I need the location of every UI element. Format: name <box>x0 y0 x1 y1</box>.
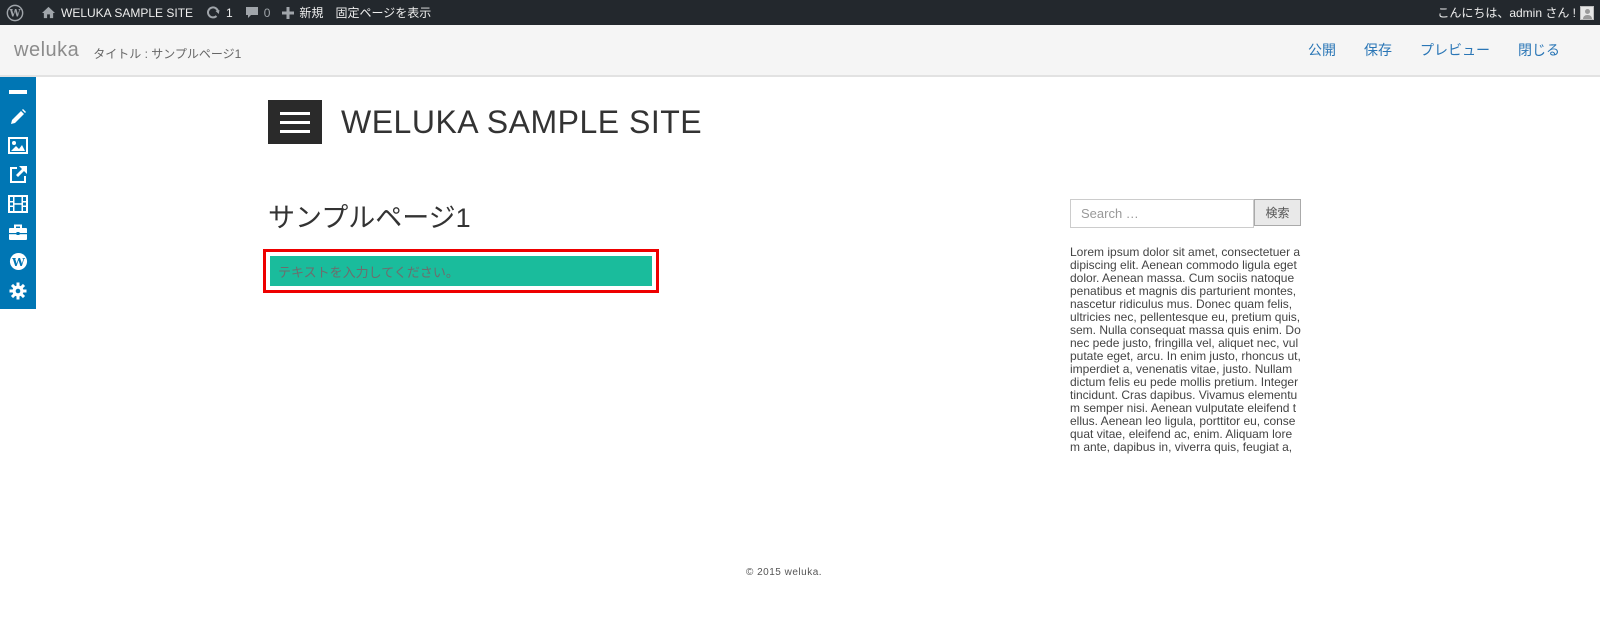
refresh-icon <box>205 5 221 20</box>
editor-title-meta: タイトル : サンプルページ1 <box>93 46 242 61</box>
greeting: こんにちは、admin さん ! <box>1437 6 1576 20</box>
menu-toggle-button[interactable] <box>268 100 322 144</box>
wordpress-menu[interactable]: W <box>0 0 35 25</box>
rail-video-button[interactable] <box>0 189 36 218</box>
footer-copyright: © 2015 weluka. <box>745 567 823 578</box>
briefcase-icon <box>8 224 28 241</box>
gear-icon <box>9 282 27 300</box>
view-page-label: 固定ページを表示 <box>335 6 432 20</box>
site-name-label: WELUKA SAMPLE SITE <box>61 5 194 20</box>
updates-link[interactable]: 1 <box>199 0 239 25</box>
comments-link[interactable]: 0 <box>239 0 277 25</box>
site-name-link[interactable]: WELUKA SAMPLE SITE <box>35 0 199 25</box>
minus-icon <box>9 90 27 94</box>
search-button[interactable]: 検索 <box>1254 199 1301 226</box>
view-page-link[interactable]: 固定ページを表示 <box>329 0 437 25</box>
new-content-link[interactable]: 新規 <box>276 0 329 25</box>
plus-icon <box>282 6 295 19</box>
svg-text:W: W <box>8 8 21 19</box>
search-input[interactable] <box>1070 199 1254 228</box>
text-block-selected[interactable]: テキストを入力してください。 <box>263 249 659 293</box>
site-header: WELUKA SAMPLE SITE <box>268 100 702 144</box>
rail-widget-button[interactable] <box>0 218 36 247</box>
sidebar-text-widget: Lorem ipsum dolor sit amet, consectetuer… <box>1070 245 1301 454</box>
save-button[interactable]: 保存 <box>1364 40 1392 60</box>
image-icon <box>8 137 28 154</box>
rail-wordpress-button[interactable]: W <box>0 247 36 276</box>
editor-header: weluka タイトル : サンプルページ1 公開 保存 プレビュー 閉じる <box>0 25 1600 77</box>
tool-rail: W <box>0 77 36 309</box>
text-block-placeholder: テキストを入力してください。 <box>278 264 459 280</box>
avatar <box>1580 5 1594 20</box>
external-link-icon <box>9 165 28 184</box>
wordpress-icon: W <box>6 4 24 22</box>
wordpress-icon: W <box>9 252 28 271</box>
editor-logo: weluka <box>14 38 80 61</box>
home-icon <box>41 6 56 19</box>
comment-icon <box>245 6 259 19</box>
rail-separator-button[interactable] <box>0 82 36 102</box>
admin-bar: W WELUKA SAMPLE SITE 1 0 新規 固定ページを表示 こんに… <box>0 0 1600 25</box>
editor-actions: 公開 保存 プレビュー 閉じる <box>1280 40 1560 60</box>
hamburger-icon-line <box>280 120 310 124</box>
hamburger-icon-line <box>280 129 310 133</box>
text-block[interactable]: テキストを入力してください。 <box>270 256 652 286</box>
rail-image-button[interactable] <box>0 131 36 160</box>
hamburger-icon-line <box>280 111 310 115</box>
publish-button[interactable]: 公開 <box>1308 40 1336 60</box>
updates-count: 1 <box>226 5 233 20</box>
account-menu[interactable]: こんにちは、admin さん ! <box>1431 0 1596 25</box>
rail-settings-button[interactable] <box>0 276 36 305</box>
new-label: 新規 <box>299 6 324 20</box>
rail-link-button[interactable] <box>0 160 36 189</box>
pencil-icon <box>9 108 27 126</box>
preview-button[interactable]: プレビュー <box>1420 40 1490 60</box>
close-button[interactable]: 閉じる <box>1518 40 1560 60</box>
svg-text:W: W <box>11 255 25 269</box>
rail-text-button[interactable] <box>0 102 36 131</box>
site-title[interactable]: WELUKA SAMPLE SITE <box>341 104 702 141</box>
page-title: サンプルページ1 <box>268 203 471 233</box>
search-form: 検索 <box>1070 199 1301 228</box>
comments-count: 0 <box>263 5 271 20</box>
film-icon <box>8 194 28 213</box>
